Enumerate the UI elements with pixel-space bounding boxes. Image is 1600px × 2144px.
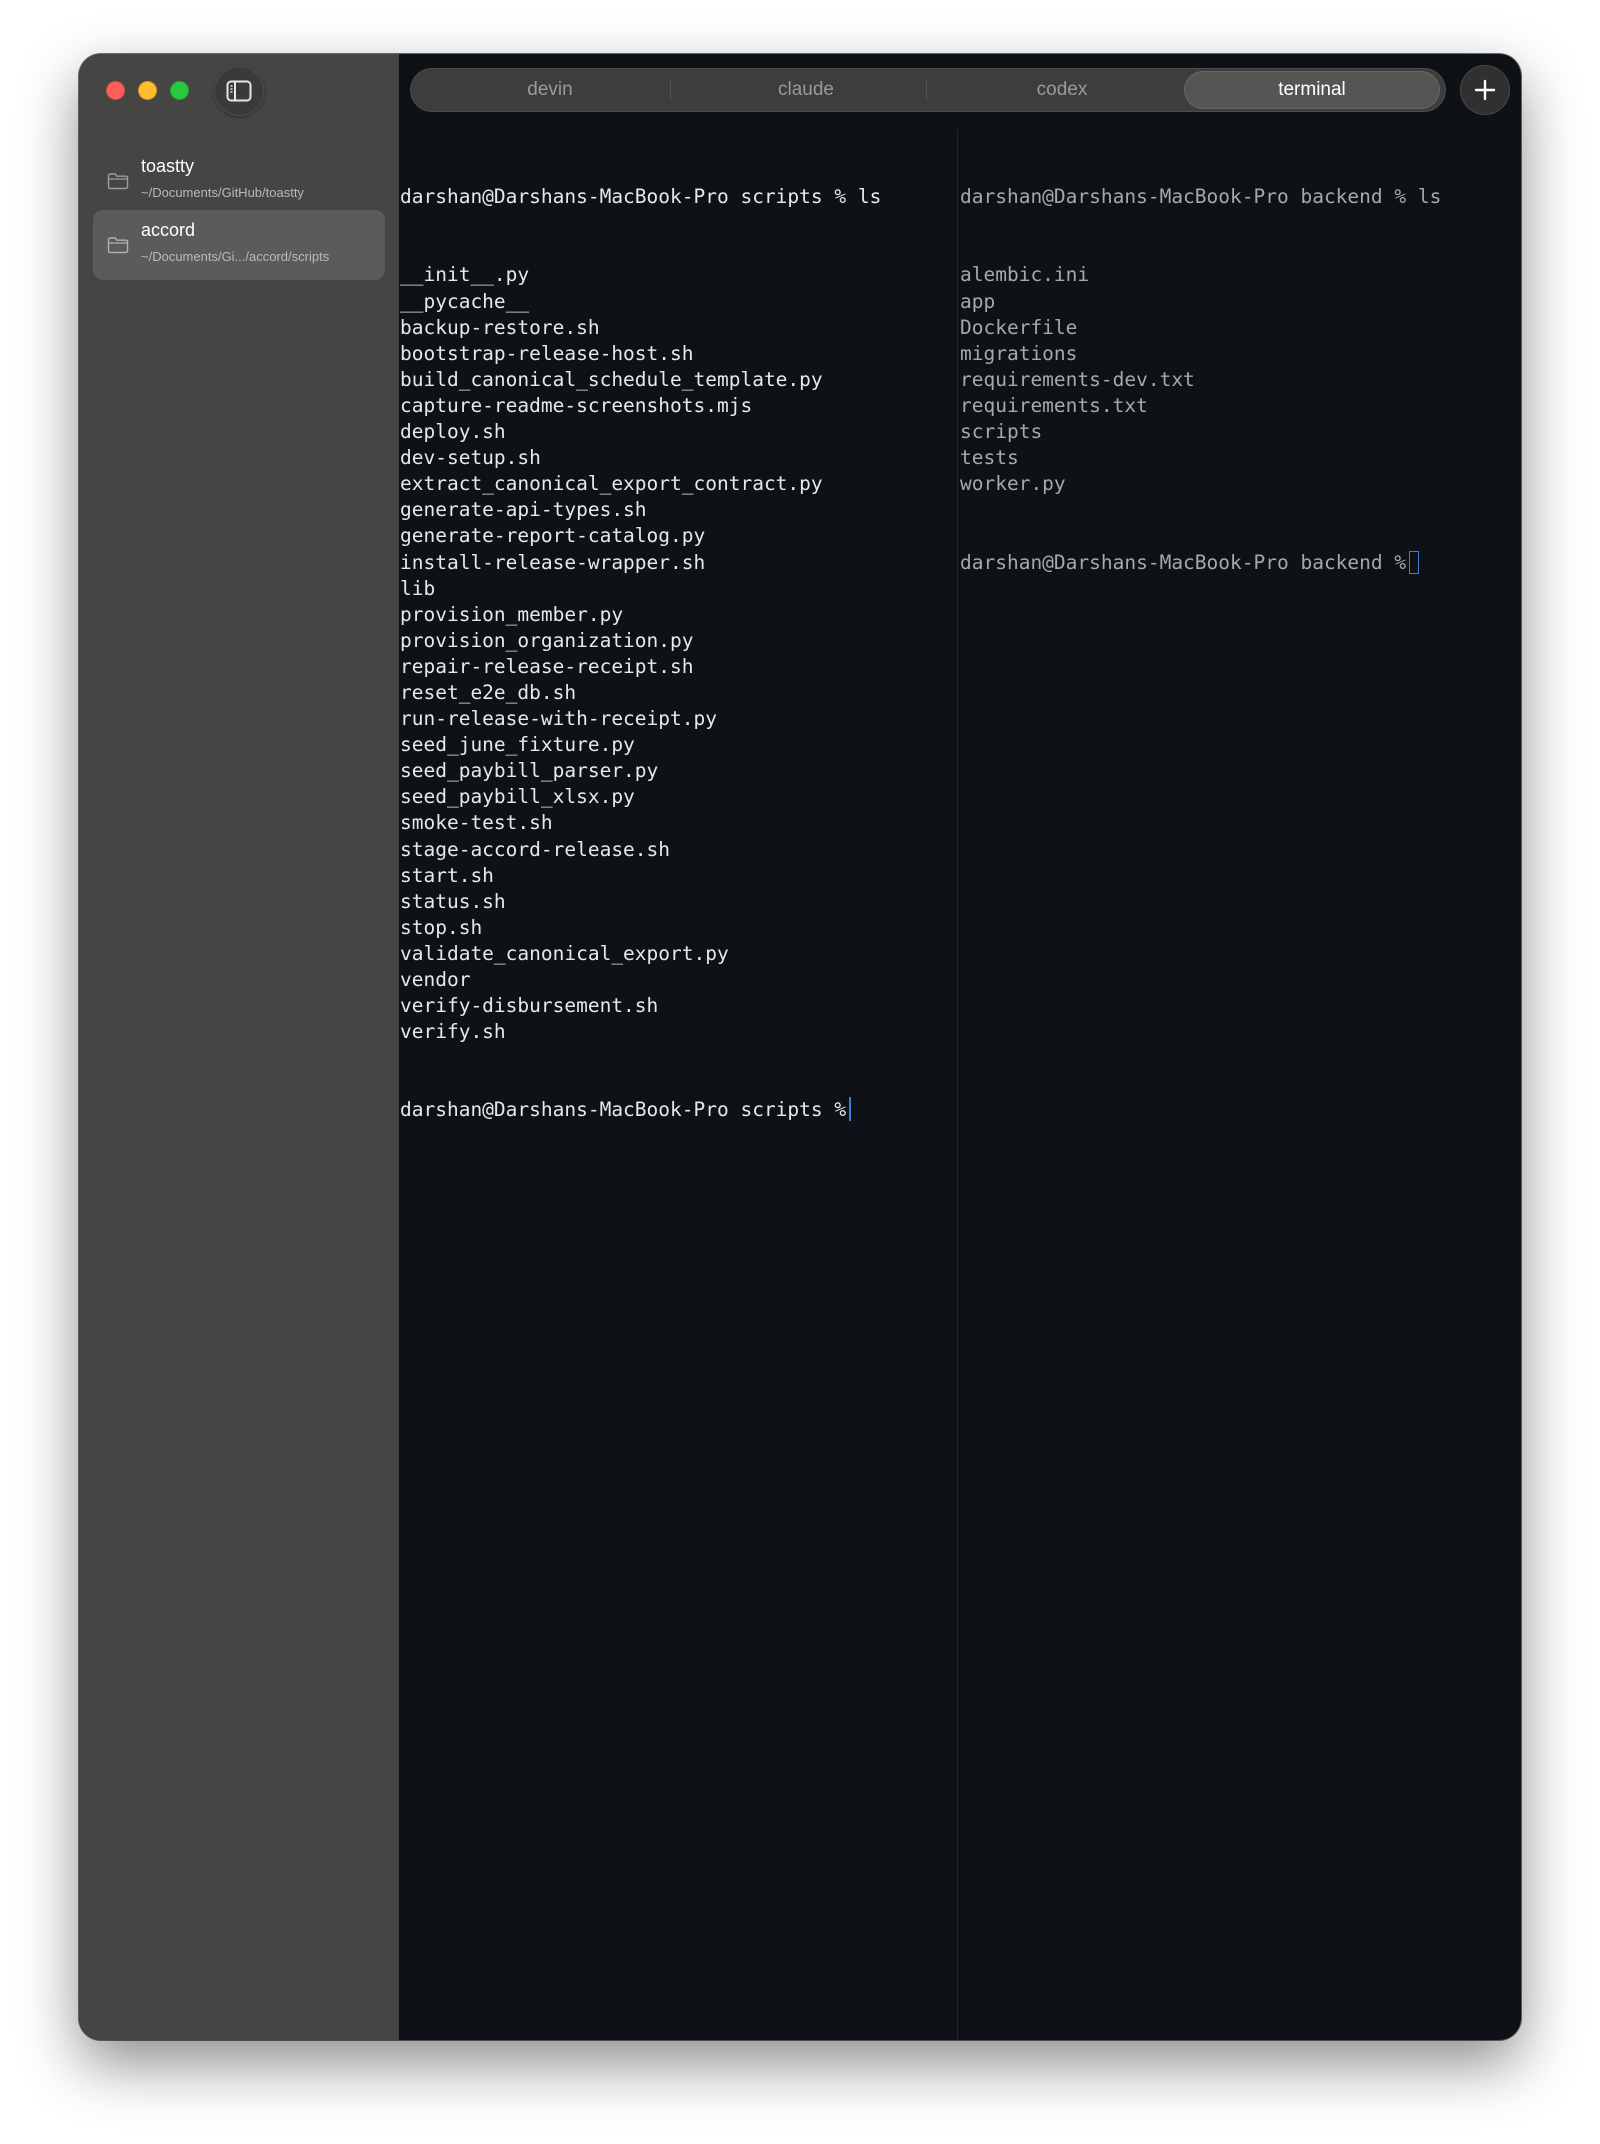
- project-item-accord[interactable]: accord ~/Documents/Gi.../accord/scripts: [93, 210, 385, 280]
- terminal-output-line: provision_member.py: [400, 602, 624, 626]
- terminal-output-line: backup-restore.sh: [400, 315, 600, 339]
- tab-claude[interactable]: claude: [678, 68, 934, 112]
- terminal-command-line: darshan@Darshans-MacBook-Pro backend % l…: [960, 185, 1442, 209]
- terminal-output-line: capture-readme-screenshots.mjs: [400, 393, 753, 417]
- terminal-output: __init__.py __pycache__ backup-restore.sh b…: [400, 262, 956, 1045]
- sidebar-toggle-button[interactable]: [214, 66, 264, 116]
- terminal-prompt-line: darshan@Darshans-MacBook-Pro scripts %: [400, 1097, 956, 1123]
- terminal-output-line: provision_organization.py: [400, 628, 694, 652]
- tab-separator: [926, 79, 927, 101]
- terminal-output-line: requirements-dev.txt: [960, 367, 1195, 391]
- terminal-output-line: start.sh: [400, 863, 494, 887]
- project-path: ~/Documents/Gi.../accord/scripts: [141, 249, 330, 264]
- terminal-output-line: seed_june_fixture.py: [400, 733, 635, 757]
- terminal-output-line: bootstrap-release-host.sh: [400, 341, 694, 365]
- terminal-prompt: darshan@Darshans-MacBook-Pro backend %: [960, 550, 1407, 574]
- terminal-output-line: app: [960, 289, 996, 313]
- app-window: toastty ~/Documents/GitHub/toastty accor…: [79, 54, 1521, 2040]
- plus-icon: [1474, 79, 1496, 101]
- terminal-output-line: install-release-wrapper.sh: [400, 550, 706, 574]
- terminal-prompt-line: darshan@Darshans-MacBook-Pro backend %: [960, 550, 1521, 576]
- folder-icon: [107, 237, 129, 254]
- terminal-output-line: generate-api-types.sh: [400, 498, 647, 522]
- terminal-output-line: verify-disbursement.sh: [400, 994, 659, 1018]
- tab-codex[interactable]: codex: [934, 68, 1190, 112]
- terminal-output-line: verify.sh: [400, 1020, 506, 1044]
- project-item-toastty[interactable]: toastty ~/Documents/GitHub/toastty: [93, 146, 385, 216]
- tab-bar: devin claude codex terminal: [410, 68, 1446, 112]
- project-name: accord: [141, 220, 196, 240]
- terminal-output-line: status.sh: [400, 889, 506, 913]
- terminal-output-line: dev-setup.sh: [400, 446, 541, 470]
- terminal-output-line: seed_paybill_xlsx.py: [400, 785, 635, 809]
- terminal-output-line: lib: [400, 576, 436, 600]
- terminal-output-line: stage-accord-release.sh: [400, 837, 671, 861]
- terminal-output-line: extract_canonical_export_contract.py: [400, 472, 823, 496]
- terminal-output-line: build_canonical_schedule_template.py: [400, 367, 823, 391]
- terminal-output-line: validate_canonical_export.py: [400, 941, 729, 965]
- terminal-output-line: reset_e2e_db.sh: [400, 680, 577, 704]
- terminal-output-line: worker.py: [960, 472, 1066, 496]
- terminal-prompt: darshan@Darshans-MacBook-Pro scripts %: [400, 1098, 847, 1122]
- project-name: toastty: [141, 156, 195, 176]
- tab-terminal[interactable]: terminal: [1184, 71, 1440, 109]
- terminal-output-line: alembic.ini: [960, 263, 1090, 287]
- terminal-output-line: tests: [960, 446, 1019, 470]
- terminal-pane-right[interactable]: darshan@Darshans-MacBook-Pro backend % l…: [960, 130, 1521, 2040]
- terminal-output-line: migrations: [960, 341, 1078, 365]
- tab-devin[interactable]: devin: [422, 68, 678, 112]
- terminal-output-line: generate-report-catalog.py: [400, 524, 706, 548]
- terminal-cursor: [1409, 550, 1420, 574]
- terminal-output-line: __pycache__: [400, 289, 530, 313]
- terminal-output-line: scripts: [960, 420, 1043, 444]
- zoom-window-button[interactable]: [170, 81, 189, 100]
- terminal-output-line: requirements.txt: [960, 393, 1148, 417]
- terminal-output-line: smoke-test.sh: [400, 811, 553, 835]
- terminal-output-line: deploy.sh: [400, 420, 506, 444]
- terminal-command-line: darshan@Darshans-MacBook-Pro scripts % l…: [400, 185, 882, 209]
- sidebar-icon: [226, 80, 252, 102]
- terminal-pane-left[interactable]: darshan@Darshans-MacBook-Pro scripts % l…: [400, 130, 956, 2040]
- terminal-output-line: vendor: [400, 968, 471, 991]
- terminal-output: alembic.ini app Dockerfile migrations requir…: [960, 262, 1521, 497]
- terminal-output-line: Dockerfile: [960, 315, 1078, 339]
- folder-icon: [107, 173, 129, 190]
- minimize-window-button[interactable]: [138, 81, 157, 100]
- project-path: ~/Documents/GitHub/toastty: [141, 185, 304, 200]
- add-tab-button[interactable]: [1460, 65, 1510, 115]
- terminal-output-line: run-release-with-receipt.py: [400, 707, 717, 731]
- terminal-cursor: [849, 1097, 852, 1122]
- pane-divider[interactable]: [957, 130, 958, 2040]
- terminal-output-line: stop.sh: [400, 915, 483, 939]
- sidebar: toastty ~/Documents/GitHub/toastty accor…: [79, 54, 399, 2040]
- terminal-output-line: seed_paybill_parser.py: [400, 759, 659, 783]
- tab-separator: [670, 79, 671, 101]
- close-window-button[interactable]: [106, 81, 125, 100]
- terminal-output-line: repair-release-receipt.sh: [400, 654, 694, 678]
- terminal-output-line: __init__.py: [400, 263, 530, 287]
